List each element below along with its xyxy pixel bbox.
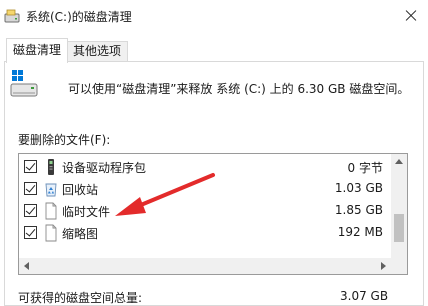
scroll-left-icon[interactable]	[19, 258, 35, 274]
list-item-size: 1.85 GB	[334, 203, 383, 217]
list-item-size: 192 MB	[337, 225, 383, 239]
cleanup-info-text: 可以使用“磁盘清理”来释放 系统 (C:) 上的 6.30 GB 磁盘空间。	[68, 82, 410, 96]
list-item-device-driver-packages[interactable]: 设备驱动程序包 0 字节	[19, 156, 391, 178]
list-item-temporary-files[interactable]: 临时文件 1.85 GB	[19, 200, 391, 222]
total-space-value: 3.07 GB	[340, 289, 389, 303]
checkbox[interactable]	[24, 182, 37, 195]
list-item-size: 0 字节	[347, 161, 383, 175]
scroll-up-icon[interactable]	[391, 154, 407, 170]
total-space-label: 可获得的磁盘空间总量:	[18, 291, 143, 305]
checkbox[interactable]	[24, 204, 37, 217]
scroll-right-icon[interactable]	[375, 258, 391, 274]
title-bar: 系统(C:)的磁盘清理	[0, 0, 428, 32]
checkbox[interactable]	[24, 160, 37, 173]
list-item-size: 1.03 GB	[334, 181, 383, 195]
files-to-delete-list[interactable]: 设备驱动程序包 0 字节 回收站 1.03 GB 临时文件 1.85 GB 缩略…	[18, 153, 408, 275]
list-item-label: 回收站	[62, 183, 99, 197]
recycle-bin-icon	[43, 180, 59, 198]
file-icon	[43, 224, 59, 242]
disk-cleanup-icon	[4, 8, 20, 24]
vertical-scrollbar[interactable]	[391, 154, 407, 258]
tab-disk-cleanup[interactable]: 磁盘清理	[6, 38, 69, 63]
list-item-label: 临时文件	[62, 205, 111, 219]
checkbox[interactable]	[24, 226, 37, 239]
scroll-thumb[interactable]	[394, 214, 404, 242]
files-to-delete-label: 要删除的文件(F):	[18, 133, 111, 147]
tab-more-options[interactable]: 其他选项	[66, 41, 129, 62]
tab-strip: 磁盘清理 其他选项	[0, 38, 428, 63]
window-title: 系统(C:)的磁盘清理	[26, 10, 132, 24]
file-icon	[43, 202, 59, 220]
list-item-recycle-bin[interactable]: 回收站 1.03 GB	[19, 178, 391, 200]
drive-icon	[10, 70, 38, 102]
list-item-label: 设备驱动程序包	[62, 161, 147, 175]
close-button[interactable]	[392, 0, 428, 32]
list-item-label: 缩略图	[62, 227, 99, 241]
driver-package-icon	[43, 158, 59, 176]
list-item-thumbnails[interactable]: 缩略图 192 MB	[19, 222, 391, 244]
horizontal-scrollbar[interactable]	[19, 258, 407, 274]
